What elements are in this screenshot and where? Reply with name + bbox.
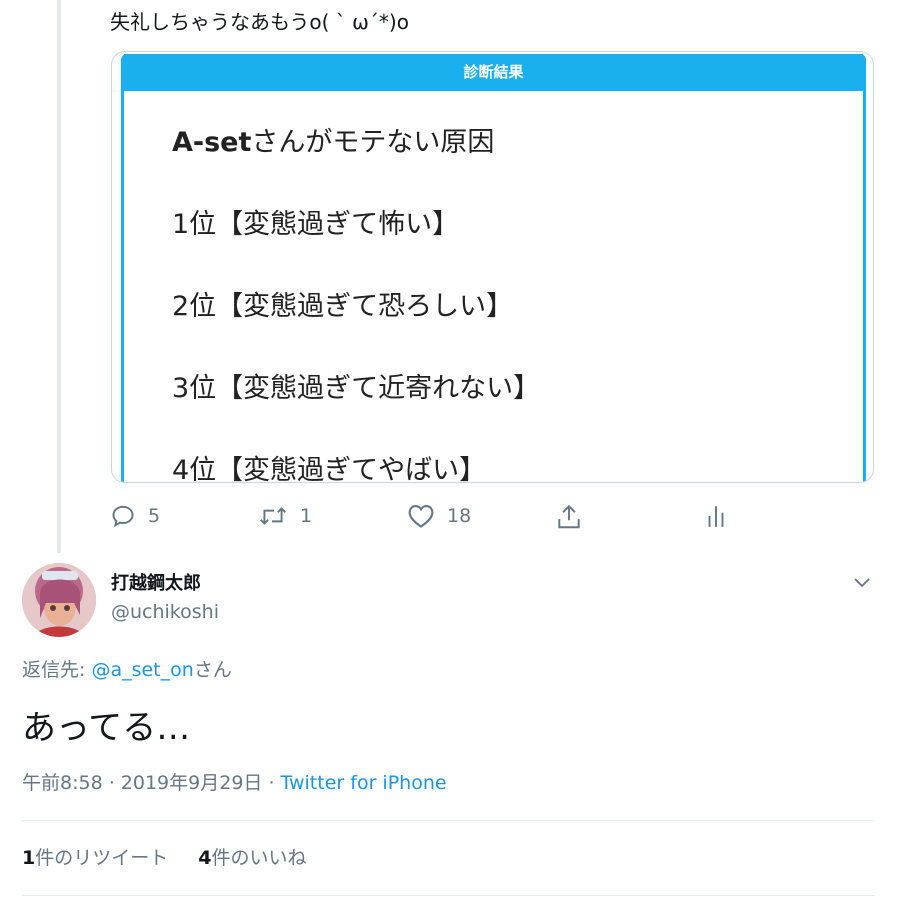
share-icon — [558, 504, 580, 529]
analytics-icon — [708, 506, 724, 527]
card-header: 診断結果 — [124, 54, 863, 91]
tweet-metadata: 午前8:58 · 2019年9月29日 · Twitter for iPhone — [22, 768, 447, 795]
analytics-button[interactable] — [706, 503, 726, 529]
author-handle[interactable]: @uchikoshi — [111, 601, 219, 623]
card-rank-item: 4位【変態過ぎてやばい】 — [172, 455, 487, 483]
divider — [22, 895, 875, 896]
more-options-button[interactable] — [850, 570, 874, 594]
like-button[interactable]: 18 — [407, 503, 471, 529]
card-title-suffix: さんがモテない原因 — [251, 127, 495, 158]
retweet-icon — [259, 507, 287, 525]
card-rank-item: 1位【変態過ぎて怖い】 — [172, 209, 460, 240]
attached-image-card[interactable]: 診断結果 A-setさんがモテない原因 1位【変態過ぎて怖い】 2位【変態過ぎて… — [111, 51, 874, 483]
retweets-label: 件のリツイート — [35, 847, 169, 869]
reply-to-prefix: 返信先: — [22, 659, 92, 681]
card-body: A-setさんがモテない原因 1位【変態過ぎて怖い】 2位【変態過ぎて恐ろしい】… — [172, 126, 863, 483]
chevron-down-icon — [854, 578, 870, 588]
card-rank-item: 2位【変態過ぎて恐ろしい】 — [172, 291, 514, 322]
like-count: 18 — [447, 505, 472, 527]
retweets-stat[interactable]: 1件のリツイート — [22, 843, 168, 870]
retweets-count: 1 — [22, 847, 36, 869]
reply-to-line: 返信先: @a_set_onさん — [22, 655, 232, 682]
card-title: A-setさんがモテない原因 — [172, 126, 863, 208]
reply-to-suffix: さん — [193, 659, 232, 681]
tweet-actions-bar: 5 1 18 — [110, 503, 750, 535]
card-title-name: A-set — [172, 127, 252, 158]
author-name[interactable]: 打越鋼太郎 — [111, 569, 201, 595]
share-button[interactable] — [556, 503, 582, 531]
tweet-source-link[interactable]: Twitter for iPhone — [281, 772, 447, 794]
diagnosis-result-panel: 診断結果 A-setさんがモテない原因 1位【変態過ぎて怖い】 2位【変態過ぎて… — [121, 54, 866, 483]
divider — [22, 820, 875, 821]
author-avatar[interactable] — [22, 563, 96, 637]
main-tweet-text: あってる… — [22, 708, 191, 748]
engagement-stats: 1件のリツイート 4件のいいね — [22, 843, 307, 870]
reply-to-mention-link[interactable]: @a_set_on — [91, 659, 193, 681]
likes-stat[interactable]: 4件のいいね — [198, 843, 306, 870]
avatar-image — [22, 563, 96, 637]
likes-count: 4 — [198, 847, 212, 869]
reply-count: 5 — [148, 505, 161, 527]
tweet-timestamp[interactable]: 午前8:58 · 2019年9月29日 · — [22, 772, 281, 794]
reply-icon — [112, 505, 134, 528]
heart-icon — [408, 505, 434, 528]
thread-connector-line — [57, 0, 61, 553]
retweet-button[interactable]: 1 — [258, 503, 312, 529]
reply-button[interactable]: 5 — [110, 503, 160, 529]
retweet-count: 1 — [300, 505, 313, 527]
parent-tweet-text: 失礼しちゃうなあもうo( ` ω´*)o — [110, 10, 409, 34]
card-rank-item: 3位【変態過ぎて近寄れない】 — [172, 373, 541, 404]
likes-label: 件のいいね — [211, 847, 307, 869]
